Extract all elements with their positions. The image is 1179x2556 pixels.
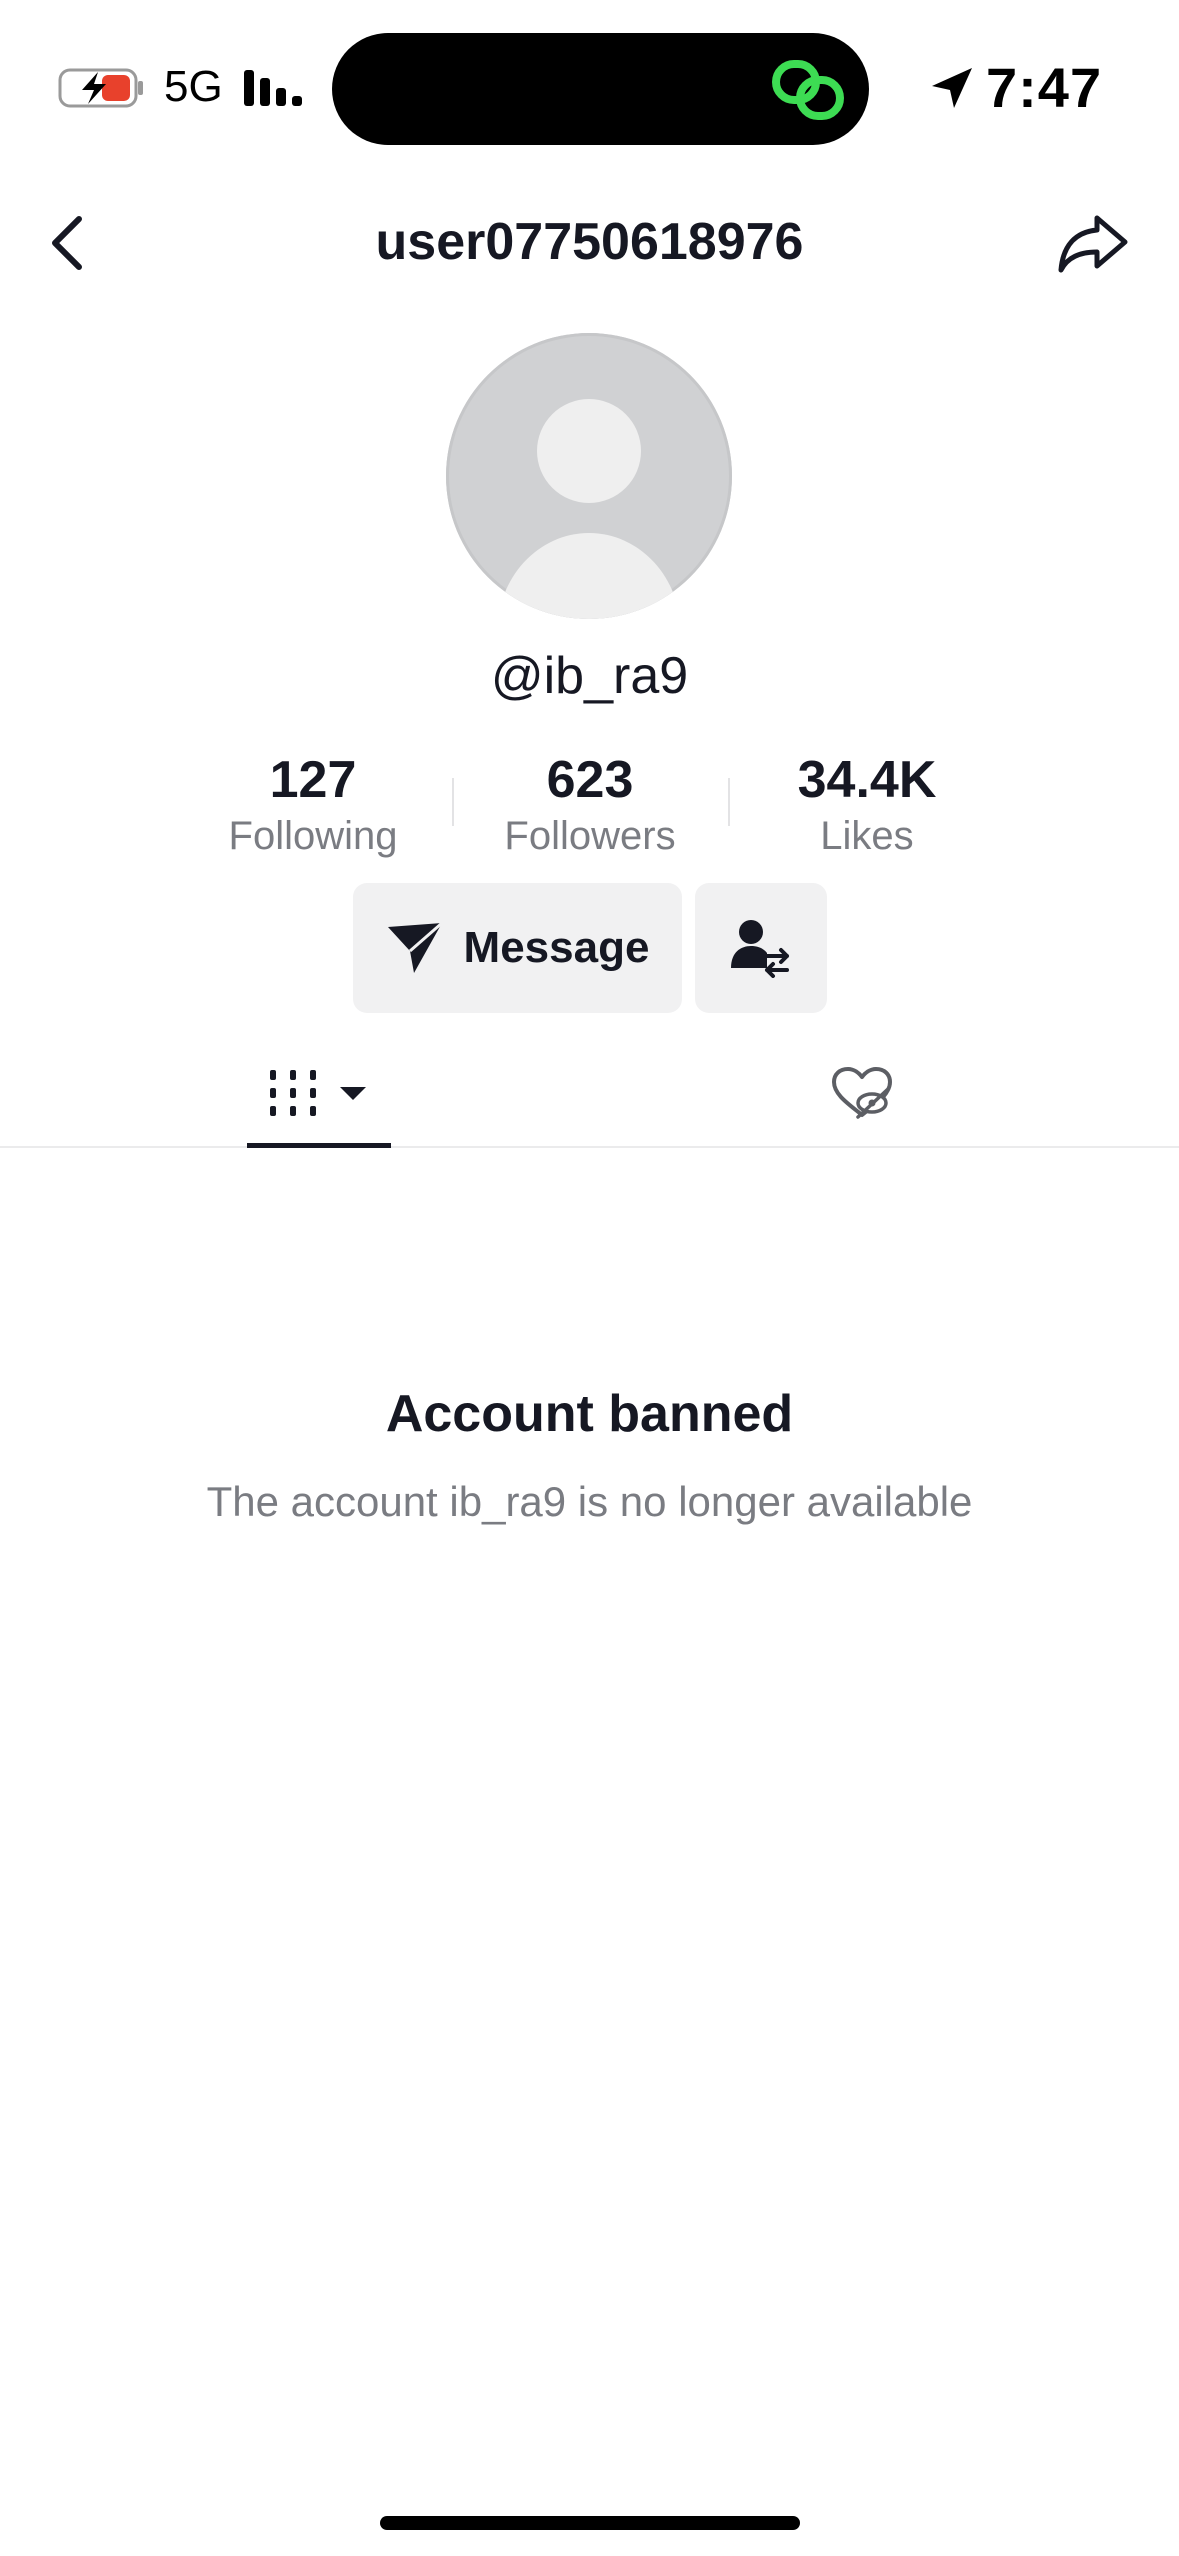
- clock: 7:47: [986, 56, 1103, 119]
- liked-hidden-icon: [832, 1067, 892, 1119]
- send-icon: [387, 921, 443, 973]
- stat-followers[interactable]: 623 Followers: [452, 748, 728, 860]
- empty-state-title: Account banned: [385, 1385, 794, 1443]
- tab-videos[interactable]: [247, 1040, 391, 1146]
- network-label: 5G: [164, 62, 223, 111]
- content-tabs: [0, 1040, 1179, 1148]
- profile-handle: @ib_ra9: [490, 647, 689, 705]
- stat-label: Likes: [820, 814, 914, 858]
- tab-liked[interactable]: [790, 1040, 934, 1146]
- message-label: Message: [463, 923, 650, 972]
- avatar[interactable]: [446, 333, 732, 619]
- page-title: user07750618976: [375, 213, 804, 271]
- default-avatar-icon: [497, 399, 681, 619]
- message-button[interactable]: Message: [353, 883, 682, 1013]
- active-tab-indicator: [247, 1143, 391, 1148]
- share-button[interactable]: [1052, 204, 1134, 282]
- share-icon: [1058, 215, 1128, 273]
- stat-value: 34.4K: [797, 751, 937, 809]
- battery-charging-icon: [58, 68, 143, 108]
- stat-label: Followers: [504, 814, 676, 858]
- profile-stats: 127 Following 623 Followers 34.4K Likes: [175, 748, 1005, 860]
- empty-state-description: The account ib_ra9 is no longer availabl…: [206, 1478, 973, 1525]
- location-arrow-icon: [932, 68, 972, 108]
- add-friend-button[interactable]: [695, 883, 827, 1013]
- dropdown-caret-icon: [340, 1087, 366, 1100]
- stat-likes[interactable]: 34.4K Likes: [729, 748, 1005, 860]
- stat-value: 127: [269, 751, 357, 809]
- status-bar: 5G 7:47: [0, 0, 1179, 175]
- stat-following[interactable]: 127 Following: [175, 748, 451, 860]
- chevron-left-icon: [52, 216, 82, 270]
- home-indicator[interactable]: [380, 2516, 800, 2530]
- stat-value: 623: [546, 751, 634, 809]
- link-icon: [772, 60, 844, 120]
- grid-icon: [270, 1070, 316, 1116]
- back-button[interactable]: [36, 204, 98, 282]
- add-friend-icon: [731, 920, 789, 978]
- stat-label: Following: [228, 814, 398, 858]
- signal-icon: [244, 70, 302, 106]
